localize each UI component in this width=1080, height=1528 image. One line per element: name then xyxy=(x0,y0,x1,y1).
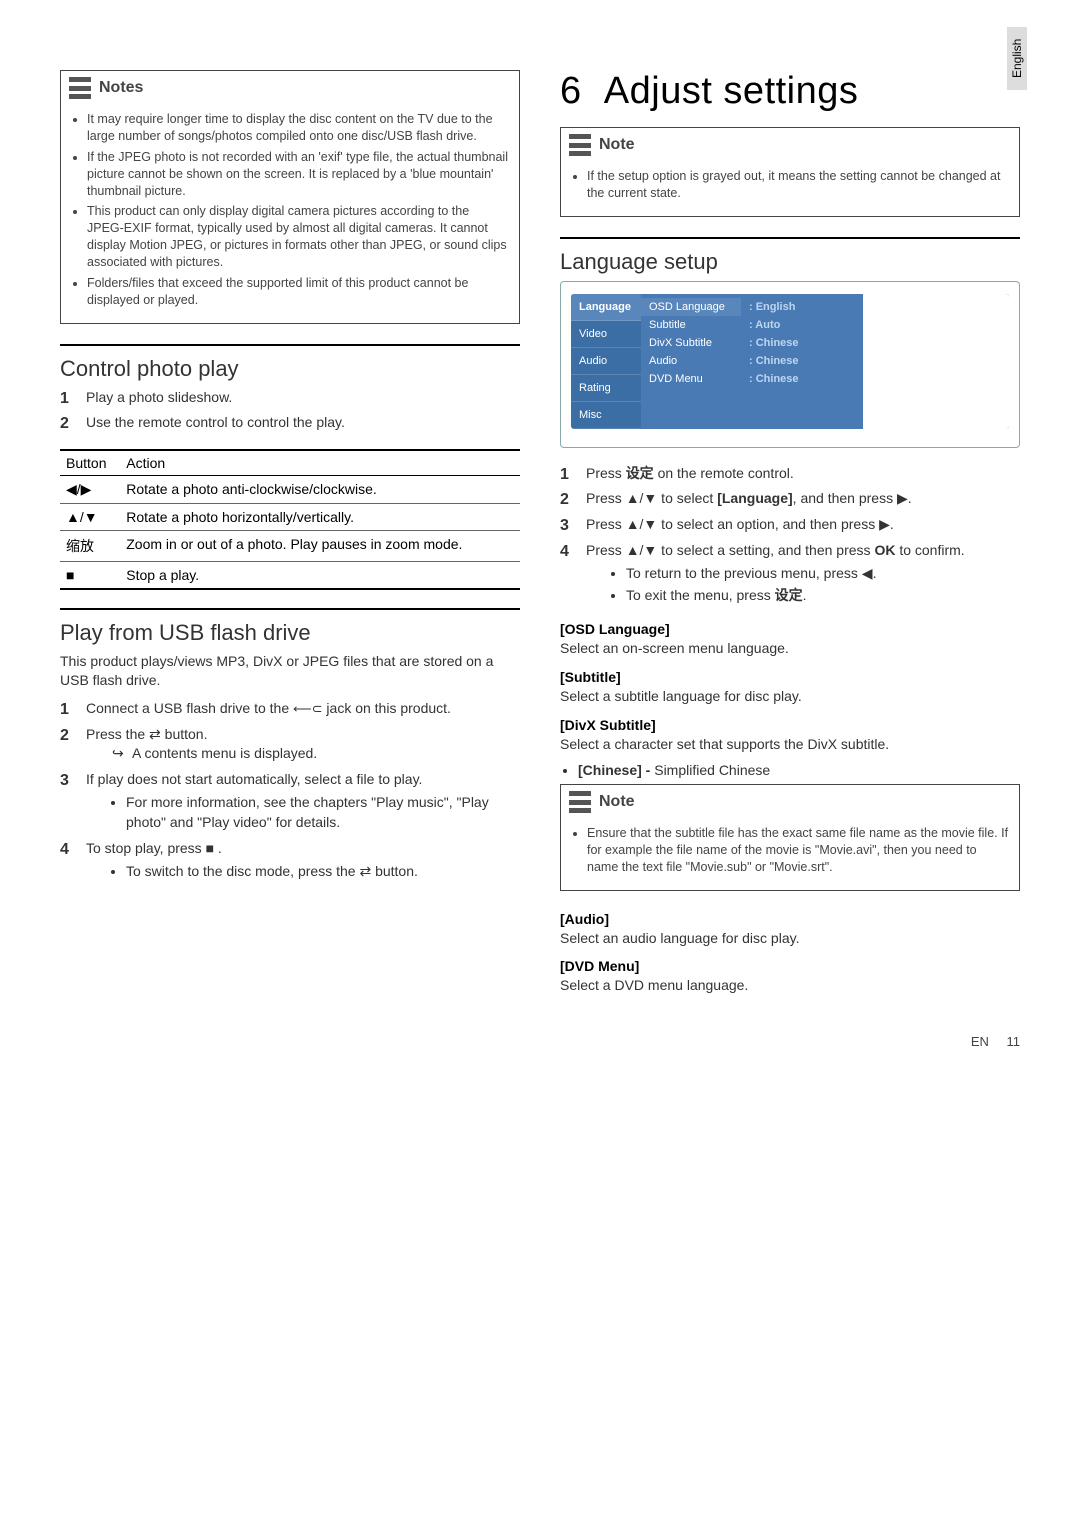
up-down-icon xyxy=(626,516,658,532)
sub-bullet: To exit the menu, press 设定. xyxy=(626,586,1020,606)
notes-title: Notes xyxy=(99,79,143,97)
cell-button: ▲/▼ xyxy=(60,503,120,530)
term-osd-language: [OSD Language] xyxy=(560,621,1020,637)
left-icon xyxy=(862,565,873,581)
language-side-tab: English xyxy=(1007,27,1027,90)
term-body: Select a character set that supports the… xyxy=(560,735,1020,755)
stop-icon xyxy=(206,840,214,856)
note-item: Ensure that the subtitle file has the ex… xyxy=(587,825,1009,876)
setup-tab-video: Video xyxy=(571,321,641,348)
setup-menu-screenshot: Language Video Audio Rating Misc OSD Lan… xyxy=(560,281,1020,448)
term-body: Select an audio language for disc play. xyxy=(560,929,1020,949)
setup-key-label: 设定 xyxy=(626,465,654,481)
step: Press to select [Language], and then pre… xyxy=(560,489,1020,509)
step: Press the button. A contents menu is dis… xyxy=(60,725,520,764)
term-dvd-menu: [DVD Menu] xyxy=(560,958,1020,974)
usb-heading: Play from USB flash drive xyxy=(60,620,520,646)
source-icon xyxy=(149,726,161,742)
page-footer: EN 11 xyxy=(60,1034,1020,1049)
step: Press 设定 on the remote control. xyxy=(560,464,1020,484)
note-item: If the JPEG photo is not recorded with a… xyxy=(87,149,509,200)
table-row: ◀/▶ Rotate a photo anti-clockwise/clockw… xyxy=(60,475,520,503)
control-photo-heading: Control photo play xyxy=(60,356,520,382)
source-icon xyxy=(359,863,371,879)
setup-tab-misc: Misc xyxy=(571,402,641,429)
setup-val: : Chinese xyxy=(741,334,863,352)
term-subtitle: [Subtitle] xyxy=(560,669,1020,685)
cell-button: ◀/▶ xyxy=(60,475,120,503)
sub-bullet: For more information, see the chapters "… xyxy=(126,793,520,832)
note-item: This product can only display digital ca… xyxy=(87,203,509,271)
right-icon xyxy=(879,516,890,532)
sub-bullet: To return to the previous menu, press . xyxy=(626,564,1020,584)
setup-tab-rating: Rating xyxy=(571,375,641,402)
term-divx-subtitle: [DivX Subtitle] xyxy=(560,717,1020,733)
setup-val: : English xyxy=(741,298,863,316)
right-icon xyxy=(897,490,908,506)
cell-action: Rotate a photo horizontally/vertically. xyxy=(120,503,520,530)
note-item: If the setup option is grayed out, it me… xyxy=(587,168,1009,202)
usb-intro: This product plays/views MP3, DivX or JP… xyxy=(60,652,520,691)
setup-val: : Chinese xyxy=(741,352,863,370)
th-button: Button xyxy=(60,450,120,476)
note-box: Note Ensure that the subtitle file has t… xyxy=(560,784,1020,891)
table-row: ■ Stop a play. xyxy=(60,561,520,589)
sub-bullet: To switch to the disc mode, press the bu… xyxy=(126,862,520,882)
cell-action: Stop a play. xyxy=(120,561,520,589)
note-title: Note xyxy=(599,136,635,154)
step: Press to select a setting, and then pres… xyxy=(560,541,1020,606)
usb-icon xyxy=(293,700,323,716)
cell-action: Zoom in or out of a photo. Play pauses i… xyxy=(120,530,520,561)
setup-tab-audio: Audio xyxy=(571,348,641,375)
cell-button: ■ xyxy=(60,561,120,589)
setup-key: DivX Subtitle xyxy=(641,334,741,352)
th-action: Action xyxy=(120,450,520,476)
setup-val: : Chinese xyxy=(741,370,863,388)
setup-key: Audio xyxy=(641,352,741,370)
setup-key: OSD Language xyxy=(641,298,741,316)
note-icon xyxy=(69,77,91,99)
footer-page: 11 xyxy=(1007,1034,1021,1049)
setup-key: Subtitle xyxy=(641,316,741,334)
note-item: Folders/files that exceed the supported … xyxy=(87,275,509,309)
notes-box: Notes It may require longer time to disp… xyxy=(60,70,520,324)
step: Use the remote control to control the pl… xyxy=(60,413,520,433)
term-audio: [Audio] xyxy=(560,911,1020,927)
up-down-icon xyxy=(626,542,658,558)
button-action-table: Button Action ◀/▶ Rotate a photo anti-cl… xyxy=(60,449,520,590)
footer-lang: EN xyxy=(971,1034,989,1049)
note-item: It may require longer time to display th… xyxy=(87,111,509,145)
step: If play does not start automatically, se… xyxy=(60,770,520,833)
setup-val: : Auto xyxy=(741,316,863,334)
chapter-heading: 6 Adjust settings xyxy=(560,70,1020,113)
sub-bullet: [Chinese] - Simplified Chinese xyxy=(578,762,1020,778)
note-box: Note If the setup option is grayed out, … xyxy=(560,127,1020,217)
term-body: Select a DVD menu language. xyxy=(560,976,1020,996)
language-setup-heading: Language setup xyxy=(560,249,1020,275)
step: Connect a USB flash drive to the jack on… xyxy=(60,699,520,719)
term-body: Select an on-screen menu language. xyxy=(560,639,1020,659)
note-icon xyxy=(569,134,591,156)
table-row: ▲/▼ Rotate a photo horizontally/vertical… xyxy=(60,503,520,530)
up-down-icon xyxy=(626,490,658,506)
cell-action: Rotate a photo anti-clockwise/clockwise. xyxy=(120,475,520,503)
setup-key: DVD Menu xyxy=(641,370,741,388)
setup-key-label: 设定 xyxy=(775,587,803,603)
note-icon xyxy=(569,791,591,813)
term-body: Select a subtitle language for disc play… xyxy=(560,687,1020,707)
step: Press to select an option, and then pres… xyxy=(560,515,1020,535)
table-row: 缩放 Zoom in or out of a photo. Play pause… xyxy=(60,530,520,561)
step: To stop play, press . To switch to the d… xyxy=(60,839,520,882)
step: Play a photo slideshow. xyxy=(60,388,520,408)
setup-tab-language: Language xyxy=(571,294,641,321)
cell-button: 缩放 xyxy=(60,530,120,561)
result-sub: A contents menu is displayed. xyxy=(86,744,520,764)
note-title: Note xyxy=(599,793,635,811)
